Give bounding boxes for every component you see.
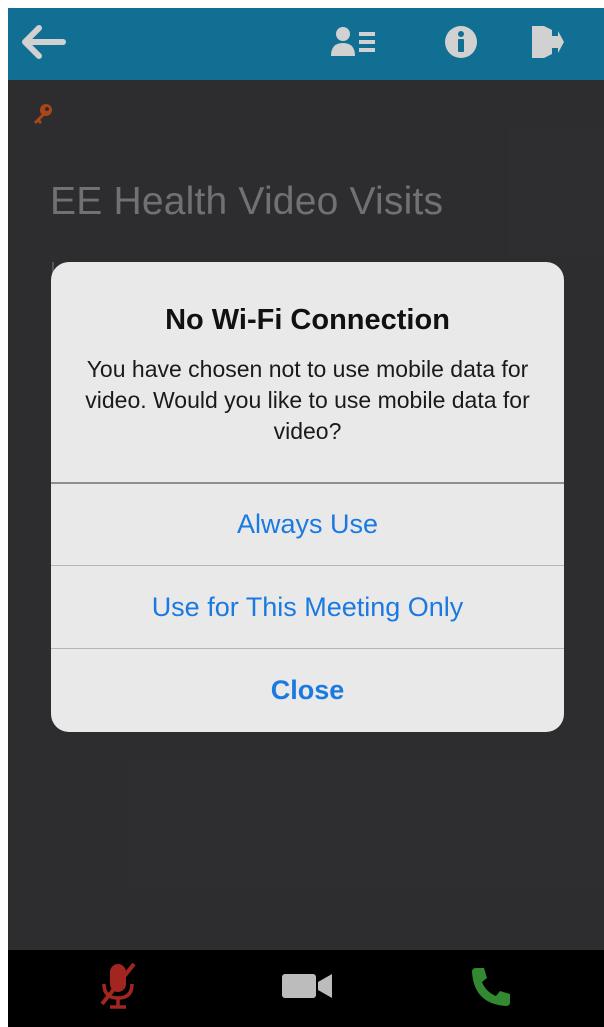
alert-message: You have chosen not to use mobile data f… [85,356,530,444]
always-use-button[interactable]: Always Use [51,482,564,565]
alert-title: No Wi-Fi Connection [165,304,450,336]
app-screen: EE Health Video Visits No Wi-Fi Connecti… [8,8,604,1027]
wifi-alert-dialog: No Wi-Fi Connection You have chosen not … [51,262,564,732]
close-button[interactable]: Close [51,648,564,731]
use-for-meeting-button[interactable]: Use for This Meeting Only [51,565,564,648]
